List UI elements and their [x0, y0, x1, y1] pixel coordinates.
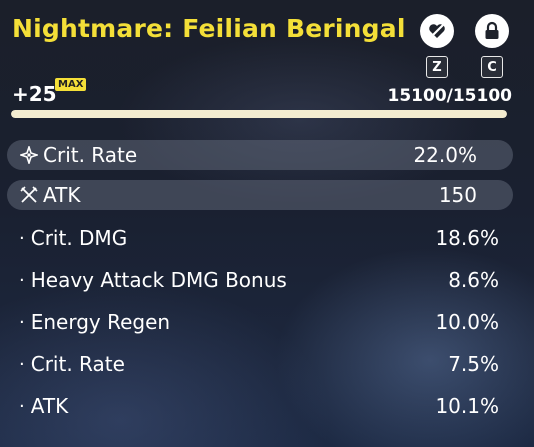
sub-stat-label: Heavy Attack DMG Bonus: [30, 268, 287, 292]
sub-stat-row: · Energy Regen 10.0%: [7, 307, 513, 337]
exp-bar-fill: [11, 110, 507, 118]
main-stat-row: Crit. Rate 22.0%: [7, 140, 513, 170]
sub-stat-value: 10.0%: [435, 310, 499, 334]
echo-level: +25: [12, 82, 57, 106]
sub-stat-row: · Heavy Attack DMG Bonus 8.6%: [7, 265, 513, 295]
sub-stat-value: 7.5%: [448, 352, 499, 376]
sub-stat-value: 10.1%: [435, 394, 499, 418]
bullet-dot: ·: [19, 311, 25, 333]
lock-icon[interactable]: [475, 14, 509, 48]
crit-rate-icon: [19, 145, 39, 165]
sub-stat-label: Energy Regen: [30, 310, 171, 334]
sub-stat-value: 18.6%: [435, 226, 499, 250]
sub-stat-row: · Crit. DMG 18.6%: [7, 223, 513, 253]
bullet-dot: ·: [19, 269, 25, 291]
sub-stat-value: 8.6%: [448, 268, 499, 292]
exp-text: 15100/15100: [387, 86, 513, 106]
max-badge: MAX: [55, 78, 87, 91]
sub-stat-label: Crit. Rate: [30, 352, 125, 376]
discard-control[interactable]: Z: [419, 14, 455, 78]
main-stat-value: 22.0%: [413, 143, 477, 167]
sub-stat-row: · Crit. Rate 7.5%: [7, 349, 513, 379]
echo-name: Nightmare: Feilian Beringal: [12, 14, 406, 43]
main-stat-row: ATK 150: [7, 180, 513, 210]
sub-stat-row: · ATK 10.1%: [7, 391, 513, 421]
discard-hotkey: Z: [426, 56, 448, 78]
sub-stat-label: Crit. DMG: [30, 226, 128, 250]
bullet-dot: ·: [19, 227, 25, 249]
discard-heart-icon[interactable]: [420, 14, 454, 48]
exp-bar: [11, 110, 507, 118]
bullet-dot: ·: [19, 395, 25, 417]
main-stat-label: Crit. Rate: [43, 143, 138, 167]
lock-control[interactable]: C: [474, 14, 510, 78]
sub-stat-label: ATK: [30, 394, 69, 418]
bullet-dot: ·: [19, 353, 25, 375]
main-stat-value: 150: [438, 183, 477, 207]
main-stat-label: ATK: [43, 183, 81, 207]
lock-hotkey: C: [481, 56, 503, 78]
atk-swords-icon: [19, 185, 39, 205]
